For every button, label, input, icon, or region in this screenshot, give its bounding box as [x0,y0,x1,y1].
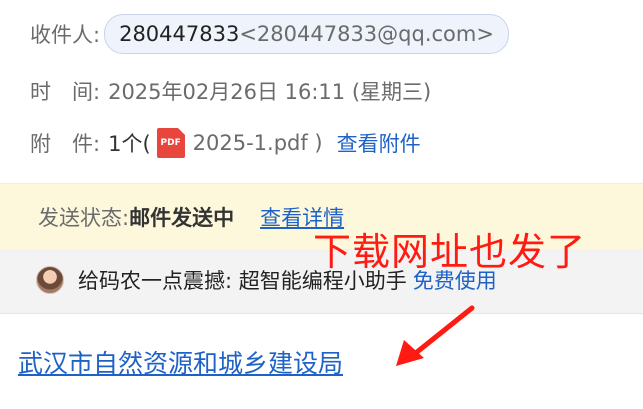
time-label: 时 间: [30,80,101,104]
pdf-icon[interactable]: PDF [156,128,185,158]
time-row: 时 间: 2025年02月26日 16:11 (星期三) [30,76,431,106]
attachment-row: 附 件: 1个( PDF 2025-1.pdf ) 查看附件 [30,128,421,158]
annotation-arrow-icon [396,305,475,366]
recipient-address: <280447833@qq.com> [239,22,494,46]
send-status-value: 邮件发送中 [129,206,235,230]
view-attachment-link[interactable]: 查看附件 [337,128,421,158]
send-status-label: 发送状态: [38,206,130,230]
recipient-chip[interactable]: 280447833 <280447833@qq.com> [104,14,509,54]
recipient-label: 收件人: [30,23,101,47]
recipient-row: 收件人: 280447833 <280447833@qq.com> [30,14,509,54]
annotation-text: 下载网址也发了 [313,230,587,274]
attachment-count: 1个( [108,132,151,156]
attachment-filename[interactable]: 2025-1.pdf ) [193,131,323,155]
avatar [36,266,64,294]
recipient-name: 280447833 [119,22,240,46]
body-link[interactable]: 武汉市自然资源和城乡建设局 [18,344,343,380]
time-value: 2025年02月26日 16:11 (星期三) [108,80,432,104]
attachment-label: 附 件: [30,132,101,156]
send-status-line: 发送状态: 邮件发送中 查看详情 [38,202,344,232]
